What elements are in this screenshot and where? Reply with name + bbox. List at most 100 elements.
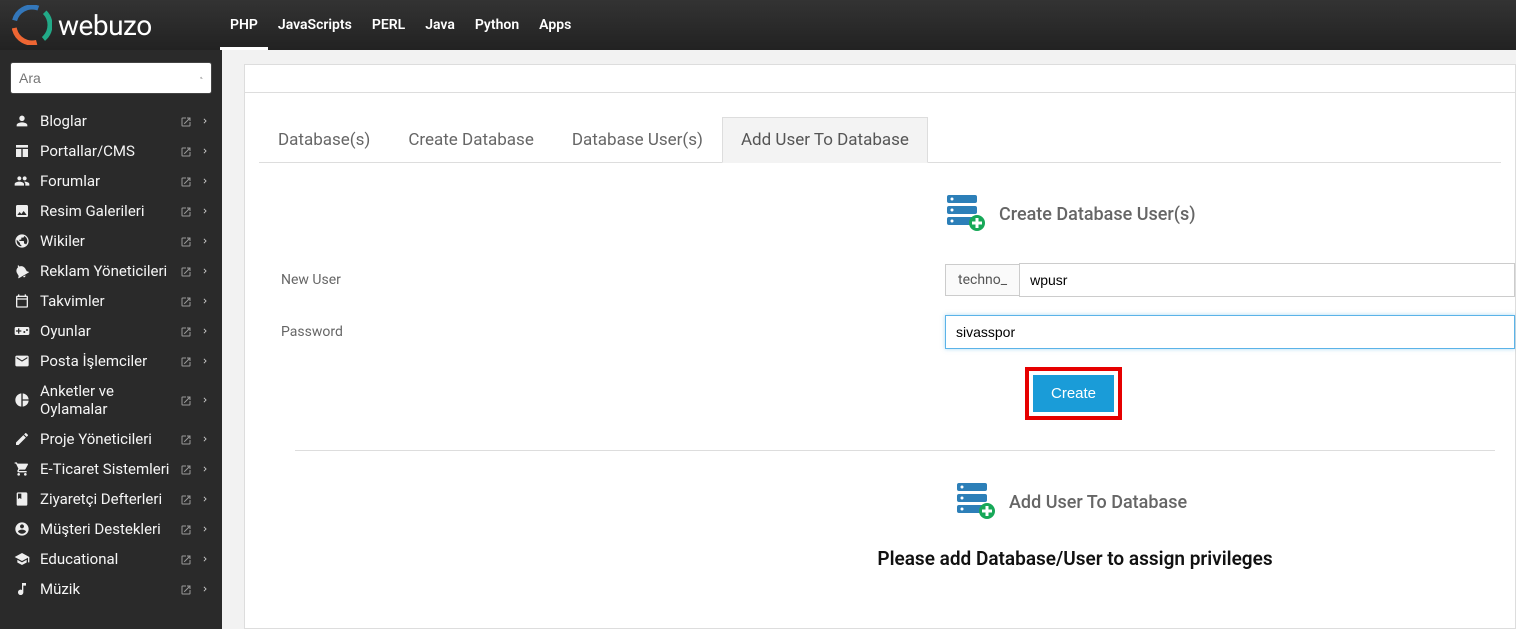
- sidebar-item-m-teri-destekleri[interactable]: Müşteri Destekleri: [0, 514, 222, 544]
- chevron-right-icon: [200, 112, 210, 130]
- chevron-right-icon: [200, 292, 210, 310]
- top-nav: PHPJavaScriptsPERLJavaPythonApps: [220, 0, 581, 50]
- external-link-icon: [180, 582, 194, 596]
- username-input[interactable]: [1019, 263, 1515, 297]
- section-add-user-header: Add User To Database: [955, 481, 1515, 523]
- edit-icon: [12, 430, 32, 448]
- sidebar-item-label: Wikiler: [40, 232, 180, 250]
- sidebar-item-label: Posta İşlemciler: [40, 352, 180, 370]
- tab-add-user-to-database[interactable]: Add User To Database: [722, 117, 928, 163]
- privileges-message: Please add Database/User to assign privi…: [635, 547, 1515, 570]
- external-link-icon: [180, 114, 194, 128]
- users-icon: [12, 172, 32, 190]
- create-button[interactable]: Create: [1033, 375, 1114, 412]
- main-area: Database(s)Create DatabaseDatabase User(…: [222, 50, 1516, 629]
- tab-create-database[interactable]: Create Database: [389, 117, 553, 162]
- sidebar-item-bloglar[interactable]: Bloglar: [0, 106, 222, 136]
- section-create-user-header: Create Database User(s): [945, 193, 1515, 235]
- sidebar-item-resim-galerileri[interactable]: Resim Galerileri: [0, 196, 222, 226]
- chevron-right-icon: [200, 142, 210, 160]
- search-input[interactable]: [19, 70, 200, 86]
- bullhorn-icon: [12, 262, 32, 280]
- external-link-icon: [180, 354, 194, 368]
- chevron-right-icon: [200, 262, 210, 280]
- external-link-icon: [180, 144, 194, 158]
- music-icon: [12, 580, 32, 598]
- chevron-right-icon: [200, 490, 210, 508]
- external-link-icon: [180, 432, 194, 446]
- sidebar-item-label: Proje Yöneticileri: [40, 430, 180, 448]
- chevron-right-icon: [200, 391, 210, 409]
- chevron-right-icon: [200, 520, 210, 538]
- calendar-icon: [12, 292, 32, 310]
- sidebar-item-label: Bloglar: [40, 112, 180, 130]
- section-add-user-title: Add User To Database: [1009, 492, 1187, 513]
- sidebar-item-label: Resim Galerileri: [40, 202, 180, 220]
- chevron-right-icon: [200, 430, 210, 448]
- sidebar-item-proje-y-neticileri[interactable]: Proje Yöneticileri: [0, 424, 222, 454]
- sidebar-item-portallar-cms[interactable]: Portallar/CMS: [0, 136, 222, 166]
- top-bar: webuzo PHPJavaScriptsPERLJavaPythonApps: [0, 0, 1516, 50]
- panel: Database(s)Create DatabaseDatabase User(…: [244, 64, 1516, 629]
- chevron-right-icon: [200, 202, 210, 220]
- sidebar-item-label: Reklam Yöneticileri: [40, 262, 180, 280]
- database-add-icon: [945, 193, 987, 235]
- external-link-icon: [180, 234, 194, 248]
- external-link-icon: [180, 294, 194, 308]
- sidebar-item-wikiler[interactable]: Wikiler: [0, 226, 222, 256]
- topnav-item-apps[interactable]: Apps: [529, 0, 581, 50]
- external-link-icon: [180, 204, 194, 218]
- sidebar-item-label: Anketler ve Oylamalar: [40, 382, 180, 418]
- sidebar-item-label: Portallar/CMS: [40, 142, 180, 160]
- layout-icon: [12, 142, 32, 160]
- gamepad-icon: [12, 322, 32, 340]
- password-label: Password: [275, 324, 945, 340]
- external-link-icon: [180, 522, 194, 536]
- section-create-user-title: Create Database User(s): [999, 204, 1196, 225]
- chevron-right-icon: [200, 172, 210, 190]
- sidebar-item-reklam-y-neticileri[interactable]: Reklam Yöneticileri: [0, 256, 222, 286]
- piechart-icon: [12, 391, 32, 409]
- external-link-icon: [180, 174, 194, 188]
- sidebar-item-label: E-Ticaret Sistemleri: [40, 460, 180, 478]
- lifering-icon: [12, 520, 32, 538]
- topnav-item-javascripts[interactable]: JavaScripts: [268, 0, 362, 50]
- create-button-highlight: Create: [1025, 367, 1122, 420]
- sidebar-item-educational[interactable]: Educational: [0, 544, 222, 574]
- sidebar-item-posta-i-lemciler[interactable]: Posta İşlemciler: [0, 346, 222, 376]
- sidebar-menu: Bloglar Portallar/CMS Forumlar Resim Galeri…: [0, 106, 222, 604]
- topnav-item-python[interactable]: Python: [465, 0, 529, 50]
- chevron-right-icon: [200, 580, 210, 598]
- sidebar-item-anketler-ve-oylamalar[interactable]: Anketler ve Oylamalar: [0, 376, 222, 424]
- user-icon: [12, 112, 32, 130]
- sidebar-item-oyunlar[interactable]: Oyunlar: [0, 316, 222, 346]
- topnav-item-php[interactable]: PHP: [220, 0, 268, 50]
- external-link-icon: [180, 264, 194, 278]
- sidebar-item-m-zik[interactable]: Müzik: [0, 574, 222, 604]
- sidebar-item-label: Müşteri Destekleri: [40, 520, 180, 538]
- database-add-icon: [955, 481, 997, 523]
- chevron-right-icon: [200, 232, 210, 250]
- external-link-icon: [180, 324, 194, 338]
- username-prefix: techno_: [945, 264, 1019, 296]
- search-box[interactable]: [10, 62, 212, 94]
- sidebar-item-e-ticaret-sistemleri[interactable]: E-Ticaret Sistemleri: [0, 454, 222, 484]
- topnav-item-java[interactable]: Java: [415, 0, 465, 50]
- sidebar-item-takvimler[interactable]: Takvimler: [0, 286, 222, 316]
- brand-logo[interactable]: webuzo: [12, 5, 220, 45]
- sidebar-item-label: Educational: [40, 550, 180, 568]
- sidebar-item-label: Ziyaretçi Defterleri: [40, 490, 180, 508]
- topnav-item-perl[interactable]: PERL: [362, 0, 415, 50]
- sidebar-item-forumlar[interactable]: Forumlar: [0, 166, 222, 196]
- image-icon: [12, 202, 32, 220]
- tab-database-s-[interactable]: Database(s): [259, 117, 389, 162]
- sidebar-item-label: Takvimler: [40, 292, 180, 310]
- sidebar-item-ziyaret-i-defterleri[interactable]: Ziyaretçi Defterleri: [0, 484, 222, 514]
- password-input[interactable]: [945, 315, 1515, 349]
- tab-database-user-s-[interactable]: Database User(s): [553, 117, 722, 162]
- book-icon: [12, 490, 32, 508]
- chevron-right-icon: [200, 322, 210, 340]
- external-link-icon: [180, 552, 194, 566]
- external-link-icon: [180, 462, 194, 476]
- brand-text: webuzo: [58, 9, 152, 42]
